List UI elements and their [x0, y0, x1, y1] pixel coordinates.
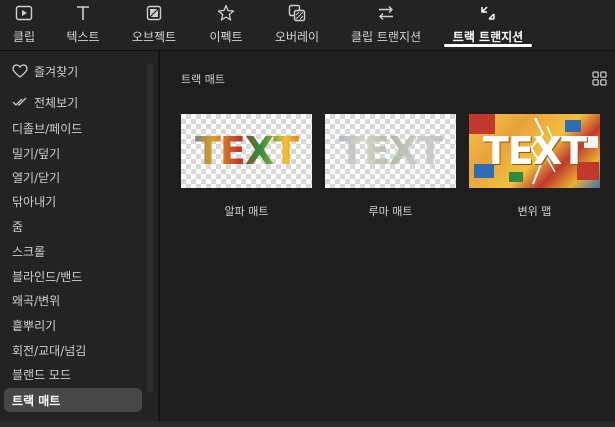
sidebar-item-distort-displace[interactable]: 왜곡/변위 — [4, 288, 142, 312]
clip-transition-icon — [377, 2, 395, 24]
sidebar-item-label: 스크롤 — [12, 244, 46, 259]
sidebar-item-label: 줌 — [12, 219, 24, 234]
tab-label: 오브젝트 — [131, 30, 177, 44]
track-transition-icon — [479, 2, 497, 24]
thumbnail: TEXT — [181, 114, 312, 188]
sidebar-item-label: 왜곡/변위 — [12, 293, 61, 308]
sidebar-item-zoom[interactable]: 줌 — [4, 214, 142, 238]
sidebar-item-favorites[interactable]: 즐겨찾기 — [4, 59, 142, 83]
tab-text[interactable]: 텍스트 — [62, 0, 104, 50]
clip-icon — [15, 2, 33, 24]
tab-label: 클립 — [12, 30, 36, 44]
sidebar-item-label: 밀기/덮기 — [12, 146, 61, 161]
tab-label: 텍스트 — [66, 30, 100, 44]
thumbnail: TEXT — [325, 114, 456, 188]
sidebar-item-label: 디졸브/페이드 — [12, 121, 83, 136]
thumbnail: TEXT — [469, 114, 600, 188]
transition-toolbar: 클립 텍스트 오브젝트 이펙트 오버레이 클립 트랜지션 트랙 트랜지션 — [0, 0, 615, 51]
transition-card-displacement-map[interactable]: TEXT 변위 맵 — [469, 114, 600, 219]
transition-card-alpha-matte[interactable]: TEXT 알파 매트 — [181, 114, 312, 219]
category-sidebar: 즐겨찾기 전체보기 디졸브/페이드 밀기/덮기 열기/닫기 닦아내기 줌 스크롤… — [0, 51, 158, 421]
card-label: 알파 매트 — [224, 205, 269, 218]
tab-label: 오버레이 — [274, 30, 320, 44]
sidebar-item-push-cover[interactable]: 밀기/덮기 — [4, 141, 142, 165]
tab-overlay[interactable]: 오버레이 — [274, 0, 320, 50]
sidebar-item-blend-mode[interactable]: 블랜드 모드 — [4, 362, 142, 386]
thumbnail-text: TEXT — [482, 129, 587, 173]
thumbnail-text: TEXT — [181, 114, 312, 188]
sidebar-item-open-close[interactable]: 열기/닫기 — [4, 165, 142, 189]
sidebar-item-scroll[interactable]: 스크롤 — [4, 239, 142, 263]
bottom-bar — [0, 421, 615, 427]
sidebar-item-label: 전체보기 — [34, 95, 79, 110]
check-double-icon — [12, 97, 27, 106]
sidebar-item-label: 흩뿌리기 — [12, 318, 57, 333]
sidebar-item-scatter[interactable]: 흩뿌리기 — [4, 313, 142, 337]
transition-gallery: 트랙 매트 TEXT 알파 매트 TEXT 루마 매트 TEXT 변위 맵 — [160, 51, 615, 421]
sidebar-item-rotate-alternate-flip[interactable]: 회전/교대/넘김 — [4, 338, 142, 362]
sidebar-scrollbar[interactable] — [147, 63, 153, 393]
sidebar-item-track-matte[interactable]: 트랙 매트 — [4, 388, 142, 412]
sidebar-item-label: 블라인드/밴드 — [12, 269, 83, 284]
sidebar-item-label: 트랙 매트 — [12, 393, 61, 408]
transition-card-luma-matte[interactable]: TEXT 루마 매트 — [325, 114, 456, 219]
tab-clip-transition[interactable]: 클립 트랜지션 — [349, 0, 423, 50]
sidebar-item-dissolve-fade[interactable]: 디졸브/페이드 — [4, 116, 142, 140]
text-icon — [75, 2, 91, 24]
tab-clip[interactable]: 클립 — [6, 0, 42, 50]
grid-view-icon[interactable] — [592, 71, 607, 90]
tab-track-transition[interactable]: 트랙 트랜지션 — [444, 0, 532, 50]
tab-label: 이펙트 — [209, 30, 243, 44]
active-tab-indicator — [444, 44, 532, 47]
tab-effect[interactable]: 이펙트 — [205, 0, 247, 50]
tab-label: 클립 트랜지션 — [350, 30, 422, 44]
sidebar-item-label: 열기/닫기 — [12, 170, 61, 185]
card-label: 루마 매트 — [368, 205, 413, 218]
sidebar-item-label: 즐겨찾기 — [34, 64, 79, 79]
effect-icon — [217, 2, 235, 24]
sidebar-item-label: 블랜드 모드 — [12, 367, 72, 382]
sidebar-item-all[interactable]: 전체보기 — [4, 90, 142, 114]
heart-icon — [12, 64, 28, 78]
overlay-icon — [288, 2, 306, 24]
sidebar-item-blinds-band[interactable]: 블라인드/밴드 — [4, 264, 142, 288]
sidebar-item-wipe[interactable]: 닦아내기 — [4, 189, 142, 213]
sidebar-item-label: 닦아내기 — [12, 194, 57, 209]
sidebar-item-label: 회전/교대/넘김 — [12, 343, 87, 358]
card-label: 변위 맵 — [517, 205, 552, 218]
tab-object[interactable]: 오브젝트 — [128, 0, 180, 50]
tab-label: 트랙 트랜지션 — [452, 30, 524, 44]
object-icon — [146, 2, 162, 24]
thumbnail-text: TEXT — [325, 114, 456, 188]
section-title: 트랙 매트 — [181, 73, 225, 86]
